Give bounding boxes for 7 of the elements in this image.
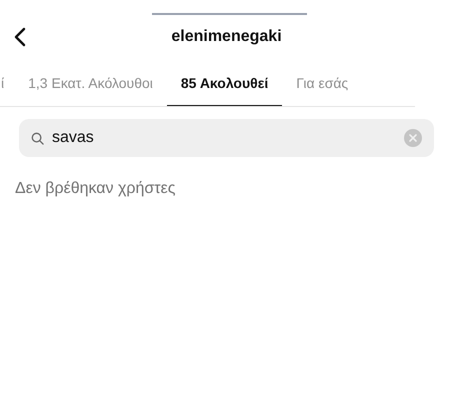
tab[interactable]: 85 Ακολουθεί [166,61,282,106]
search-icon [31,132,44,144]
back-icon[interactable] [14,27,26,47]
profile-username: elenimenegaki [170,27,283,47]
search-field[interactable]: savas [52,126,404,150]
search-bar[interactable]: savas [19,119,434,157]
no-results-message: Δεν βρέθηκαν χρήστες [15,179,176,199]
